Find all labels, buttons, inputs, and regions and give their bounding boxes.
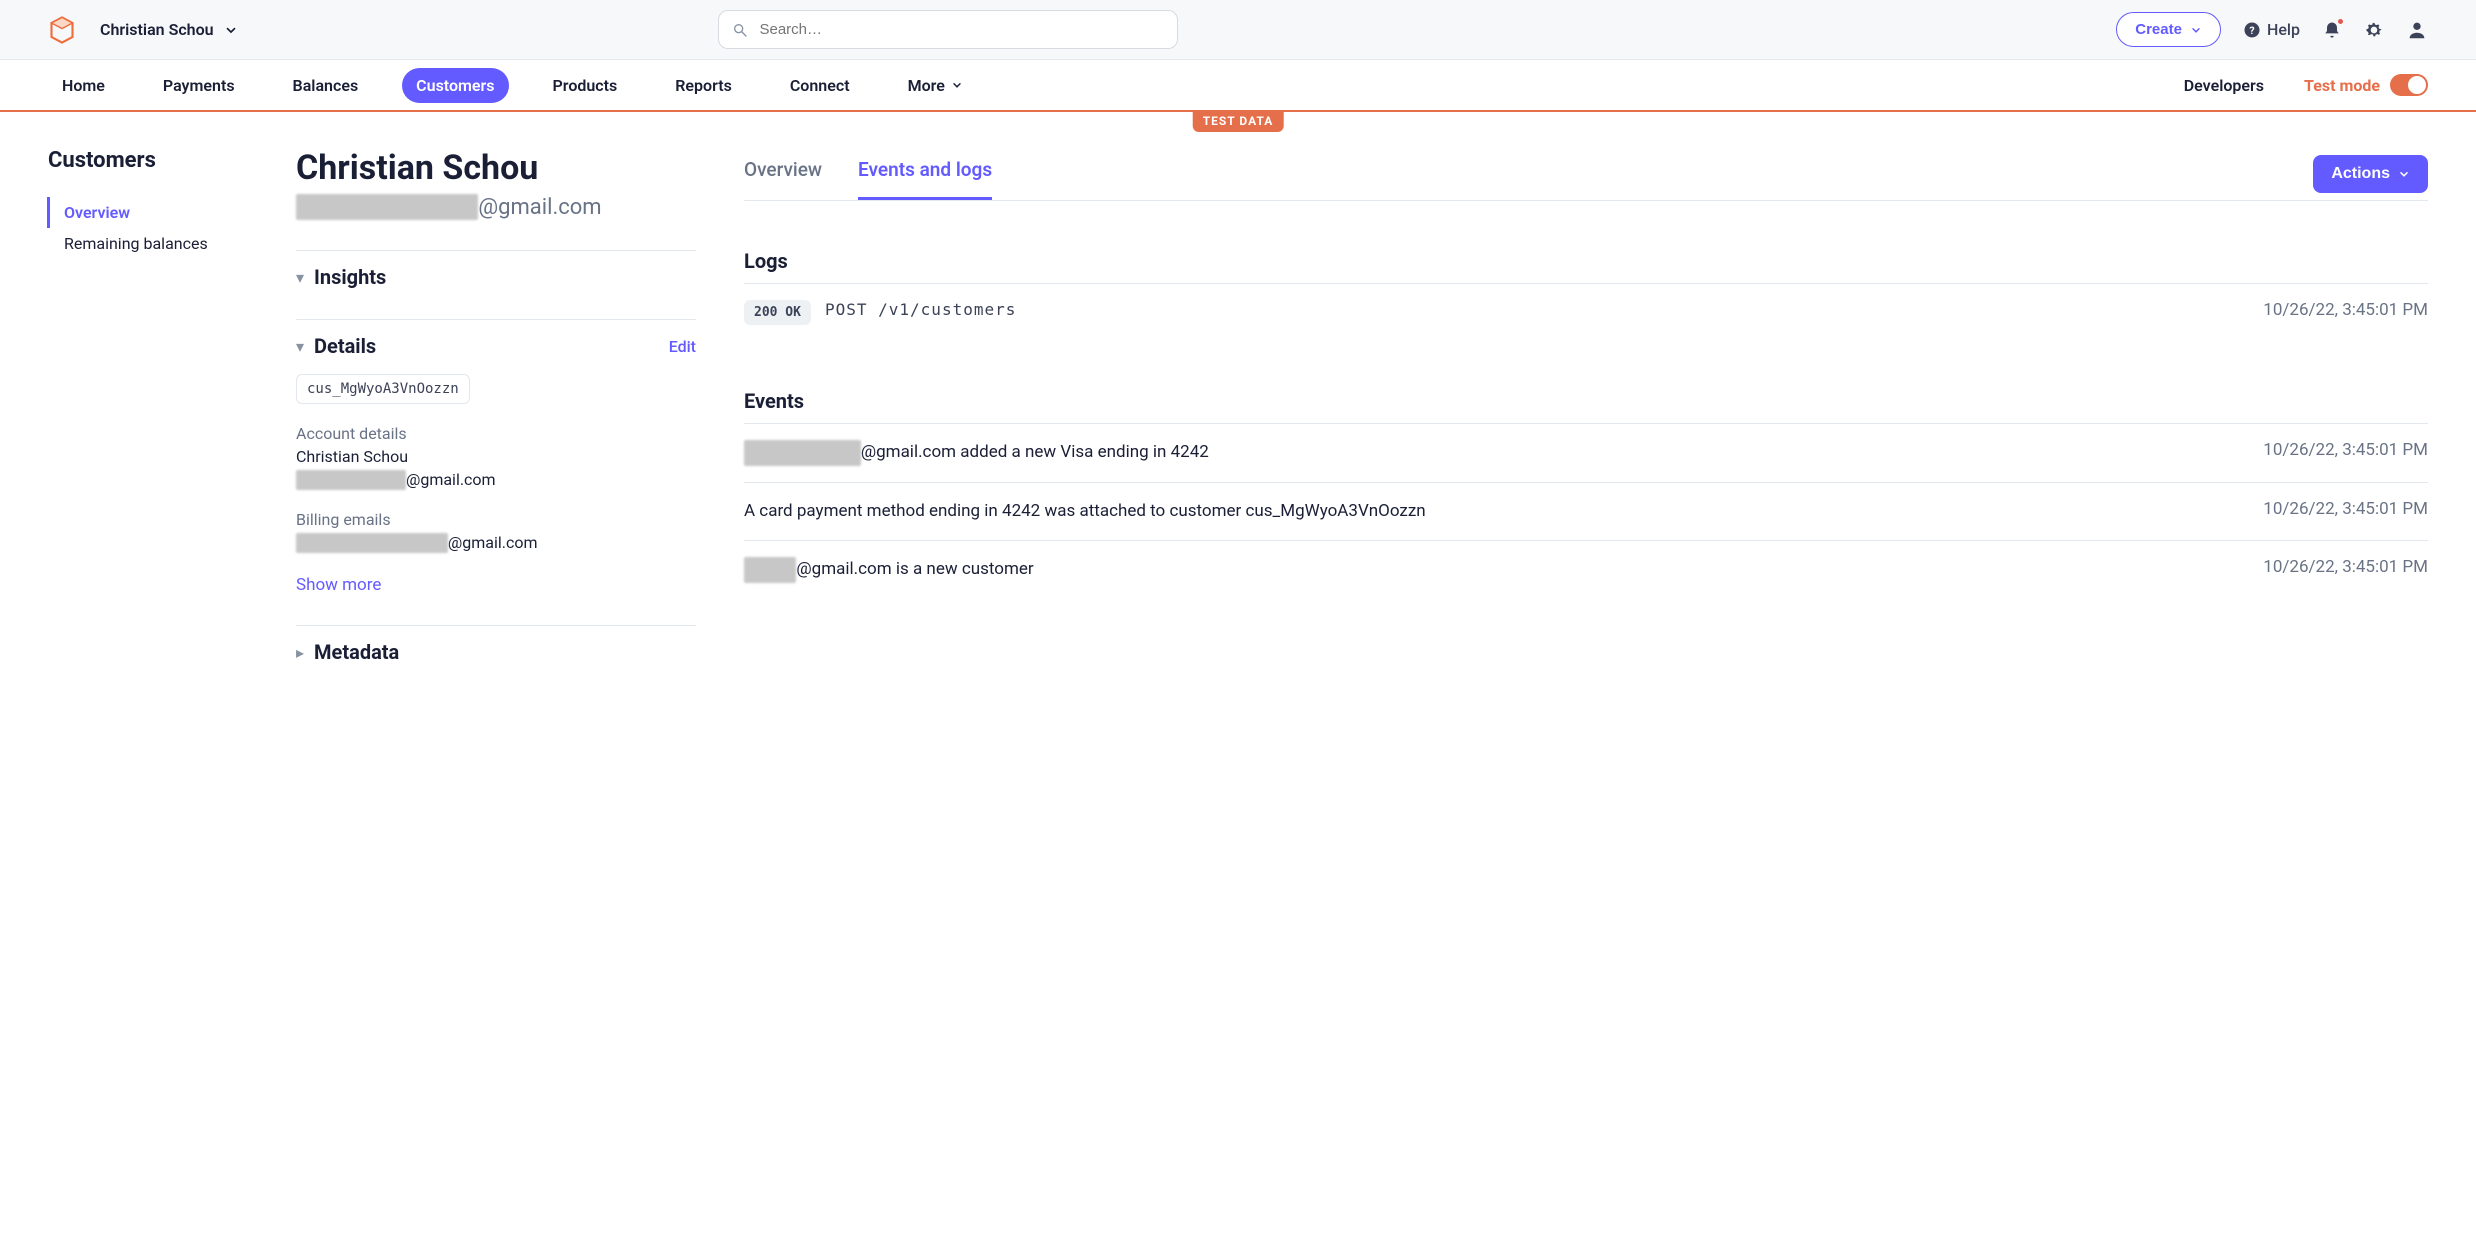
log-row[interactable]: 200 OK POST /v1/customers 10/26/22, 3:45…	[744, 283, 2428, 341]
section-title: Insights	[314, 265, 386, 289]
section-title: Metadata	[314, 640, 399, 664]
create-button[interactable]: Create	[2116, 12, 2221, 47]
account-switcher[interactable]: Christian Schou	[100, 20, 238, 39]
section-metadata-header[interactable]: ▸ Metadata	[296, 640, 696, 664]
billing-email-value: ███ ██ ██ ███ ██@gmail.com	[296, 533, 696, 553]
log-path: /v1/customers	[878, 300, 1016, 319]
redacted-text: ███ ██ ████	[744, 440, 861, 466]
sidebar-item-remaining-balances[interactable]: Remaining balances	[47, 228, 248, 259]
top-right: Create ? Help	[2116, 12, 2428, 47]
account-name-value: Christian Schou	[296, 447, 696, 466]
create-label: Create	[2135, 21, 2182, 38]
events-group: Events ███ ██ ████ @gmail.com added a ne…	[744, 389, 2428, 599]
tab-overview[interactable]: Overview	[744, 148, 822, 200]
redacted-text: ██████ ██ ███	[296, 194, 478, 220]
logs-group: Logs 200 OK POST /v1/customers 10/26/22,…	[744, 249, 2428, 341]
event-text: ██ ██ @gmail.com is a new customer	[744, 557, 1034, 583]
test-mode-toggle[interactable]: Test mode	[2304, 74, 2428, 96]
tabs-row: Overview Events and logs Actions	[744, 148, 2428, 201]
actions-label: Actions	[2331, 165, 2390, 183]
event-row[interactable]: ███ ██ ████ @gmail.com added a new Visa …	[744, 423, 2428, 482]
nav-balances[interactable]: Balances	[279, 68, 373, 103]
redacted-text: ███ ██ ██ ███ ██	[296, 533, 448, 553]
customer-info-column: Christian Schou ██████ ██ ███@gmail.com …	[296, 148, 696, 664]
events-logs-column: Overview Events and logs Actions Logs 20…	[744, 148, 2428, 664]
help-link[interactable]: ? Help	[2243, 20, 2300, 39]
events-heading: Events	[744, 389, 2428, 413]
event-row[interactable]: ██ ██ @gmail.com is a new customer 10/26…	[744, 540, 2428, 599]
email-suffix: @gmail.com	[448, 533, 538, 552]
triangle-right-icon: ▸	[296, 643, 304, 662]
billing-emails-label: Billing emails	[296, 510, 696, 529]
event-message: @gmail.com is a new customer	[796, 559, 1033, 579]
log-request: POST /v1/customers	[825, 300, 1016, 319]
timestamp: 10/26/22, 3:45:01 PM	[2263, 300, 2428, 320]
event-message: A card payment method ending in 4242 was…	[744, 501, 1426, 521]
timestamp: 10/26/22, 3:45:01 PM	[2263, 499, 2428, 519]
search-container	[718, 10, 1178, 49]
log-method: POST	[825, 300, 868, 319]
section-details-header[interactable]: ▾ Details Edit	[296, 334, 696, 358]
top-bar: Christian Schou Create ? Help	[0, 0, 2476, 60]
customer-email: ██████ ██ ███@gmail.com	[296, 194, 696, 220]
status-badge: 200 OK	[744, 300, 811, 325]
notification-dot-icon	[2336, 17, 2345, 26]
sidebar: Customers Overview Remaining balances	[48, 148, 248, 664]
test-mode-label: Test mode	[2304, 76, 2380, 95]
timestamp: 10/26/22, 3:45:01 PM	[2263, 557, 2428, 577]
nav-products[interactable]: Products	[539, 68, 632, 103]
redacted-text: ████ ██ ███	[296, 470, 406, 490]
nav-reports[interactable]: Reports	[661, 68, 746, 103]
settings-button[interactable]	[2364, 20, 2384, 40]
triangle-down-icon: ▾	[296, 268, 304, 287]
help-icon: ?	[2243, 21, 2261, 39]
section-insights-header[interactable]: ▾ Insights	[296, 265, 696, 289]
event-text: ███ ██ ████ @gmail.com added a new Visa …	[744, 440, 1209, 466]
event-row[interactable]: A card payment method ending in 4242 was…	[744, 482, 2428, 541]
nav-more-label: More	[908, 76, 945, 95]
actions-button[interactable]: Actions	[2313, 155, 2428, 193]
event-text: A card payment method ending in 4242 was…	[744, 499, 1426, 525]
chevron-down-icon	[224, 23, 238, 37]
svg-text:?: ?	[2249, 23, 2254, 36]
notifications-button[interactable]	[2322, 20, 2342, 40]
account-details-label: Account details	[296, 424, 696, 443]
nav-customers[interactable]: Customers	[402, 68, 508, 103]
search-input[interactable]	[718, 10, 1178, 49]
edit-link[interactable]: Edit	[669, 337, 696, 356]
nav-developers[interactable]: Developers	[2170, 68, 2278, 103]
section-title: Details	[314, 334, 376, 358]
email-suffix: @gmail.com	[478, 195, 601, 220]
nav-more[interactable]: More	[894, 68, 977, 103]
stripe-logo	[48, 16, 76, 44]
customer-name: Christian Schou	[296, 148, 696, 188]
toggle-on-icon	[2390, 74, 2428, 96]
chevron-down-icon	[2398, 168, 2410, 180]
logs-heading: Logs	[744, 249, 2428, 273]
nav-payments[interactable]: Payments	[149, 68, 249, 103]
help-label: Help	[2267, 20, 2300, 39]
search-icon	[732, 22, 748, 38]
email-suffix: @gmail.com	[406, 470, 496, 489]
redacted-text: ██ ██	[744, 557, 796, 583]
event-message: @gmail.com added a new Visa ending in 42…	[861, 442, 1209, 462]
sidebar-item-overview[interactable]: Overview	[47, 197, 248, 228]
nav-connect[interactable]: Connect	[776, 68, 864, 103]
test-data-badge: TEST DATA	[1193, 110, 1284, 132]
chevron-down-icon	[951, 79, 963, 91]
tab-events-and-logs[interactable]: Events and logs	[858, 148, 992, 200]
main-nav: Home Payments Balances Customers Product…	[0, 60, 2476, 112]
timestamp: 10/26/22, 3:45:01 PM	[2263, 440, 2428, 460]
account-email-value: ████ ██ ███ @gmail.com	[296, 470, 696, 490]
nav-home[interactable]: Home	[48, 68, 119, 103]
profile-button[interactable]	[2406, 19, 2428, 41]
account-name: Christian Schou	[100, 20, 214, 39]
triangle-down-icon: ▾	[296, 337, 304, 356]
show-more-link[interactable]: Show more	[296, 575, 696, 595]
sidebar-heading: Customers	[48, 148, 248, 173]
chevron-down-icon	[2190, 24, 2202, 36]
customer-id-chip[interactable]: cus_MgWyoA3VnOozzn	[296, 374, 470, 404]
